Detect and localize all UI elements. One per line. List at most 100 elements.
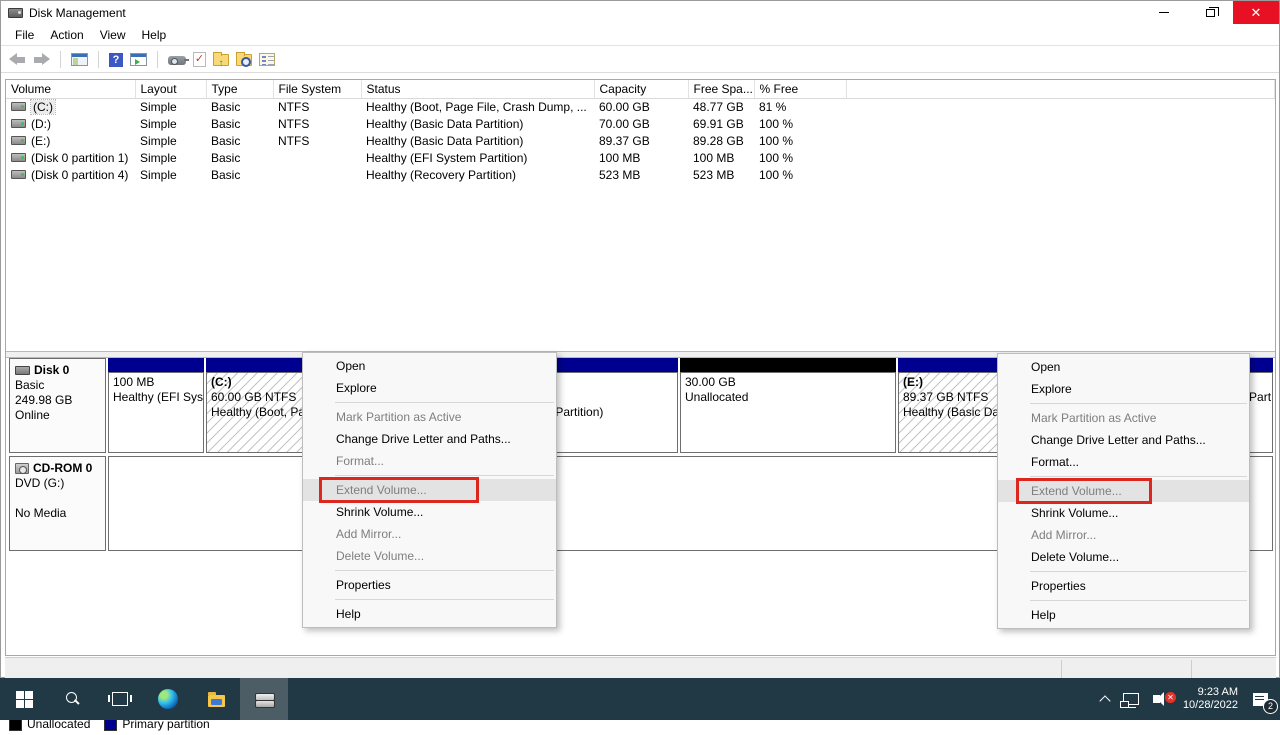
minimize-icon <box>1159 12 1169 13</box>
status-divider <box>1061 660 1062 678</box>
table-row[interactable]: (D:) Simple Basic NTFS Healthy (Basic Da… <box>6 115 1275 132</box>
cell-pct: 100 % <box>754 166 846 183</box>
cell-capacity: 70.00 GB <box>594 115 688 132</box>
cell-free: 523 MB <box>688 166 754 183</box>
col-free-space[interactable]: Free Spa... <box>688 80 754 98</box>
volume-tray-button[interactable]: ✕ <box>1146 678 1175 720</box>
minimize-button[interactable] <box>1141 1 1187 24</box>
partition-size: 30.00 GB <box>685 375 895 390</box>
menu-file[interactable]: File <box>7 25 42 45</box>
start-button[interactable] <box>0 678 48 720</box>
menu-item-change-drive-letter[interactable]: Change Drive Letter and Paths... <box>998 429 1249 451</box>
menu-item-help[interactable]: Help <box>303 603 556 625</box>
menu-item-delete-volume[interactable]: Delete Volume... <box>998 546 1249 568</box>
partition-efi[interactable]: 100 MB Healthy (EFI Sys <box>108 358 204 453</box>
table-row[interactable]: (Disk 0 partition 1) Simple Basic Health… <box>6 149 1275 166</box>
volume-label: (E:) <box>31 134 50 148</box>
menu-item-delete-volume: Delete Volume... <box>303 545 556 567</box>
properties-icon[interactable] <box>259 53 275 66</box>
network-tray-button[interactable] <box>1116 678 1146 720</box>
cdrom-drive-letter: DVD (G:) <box>15 476 102 491</box>
task-view-button[interactable] <box>96 678 144 720</box>
menu-view[interactable]: View <box>92 25 134 45</box>
menu-item-extend-volume: Extend Volume... <box>303 479 556 501</box>
cell-fs <box>273 149 361 166</box>
col-status[interactable]: Status <box>361 80 594 98</box>
tray-overflow-button[interactable] <box>1094 678 1116 720</box>
col-layout[interactable]: Layout <box>135 80 206 98</box>
restore-button[interactable] <box>1187 1 1233 24</box>
menu-item-open[interactable]: Open <box>303 355 556 377</box>
cell-free: 69.91 GB <box>688 115 754 132</box>
edge-button[interactable] <box>144 678 192 720</box>
menu-item-change-drive-letter[interactable]: Change Drive Letter and Paths... <box>303 428 556 450</box>
menu-item-explore[interactable]: Explore <box>303 377 556 399</box>
forward-icon[interactable] <box>33 53 50 66</box>
check-document-icon[interactable]: ✓ <box>193 52 206 67</box>
action-center-button[interactable]: 2 <box>1246 678 1280 720</box>
col-volume[interactable]: Volume <box>6 80 135 98</box>
search-button[interactable] <box>48 678 96 720</box>
title-bar: Disk Management ✕ <box>1 1 1279 24</box>
menu-item-properties[interactable]: Properties <box>303 574 556 596</box>
folder-search-icon[interactable] <box>236 54 252 66</box>
cdrom-header[interactable]: CD-ROM 0 DVD (G:) No Media <box>9 456 106 551</box>
menu-item-format[interactable]: Format... <box>998 451 1249 473</box>
table-row[interactable]: (C:) Simple Basic NTFS Healthy (Boot, Pa… <box>6 98 1275 115</box>
cell-pct: 100 % <box>754 132 846 149</box>
partition-unallocated[interactable]: 30.00 GB Unallocated <box>680 358 896 453</box>
volume-table: Volume Layout Type File System Status Ca… <box>6 80 1275 183</box>
console-window-icon[interactable] <box>71 53 88 66</box>
cell-status: Healthy (Recovery Partition) <box>361 166 594 183</box>
cell-layout: Simple <box>135 166 206 183</box>
col-empty <box>846 80 1275 98</box>
close-button[interactable]: ✕ <box>1233 1 1279 24</box>
clock[interactable]: 9:23 AM 10/28/2022 <box>1175 686 1246 712</box>
menu-item-properties[interactable]: Properties <box>998 575 1249 597</box>
disk0-header[interactable]: Disk 0 Basic 249.98 GB Online <box>9 358 106 453</box>
taskbar: ✕ 9:23 AM 10/28/2022 2 <box>0 678 1280 720</box>
col-capacity[interactable]: Capacity <box>594 80 688 98</box>
cell-status: Healthy (EFI System Partition) <box>361 149 594 166</box>
cell-fs: NTFS <box>273 98 361 115</box>
menu-separator <box>1030 403 1247 404</box>
menu-action[interactable]: Action <box>42 25 91 45</box>
table-row[interactable]: (E:) Simple Basic NTFS Healthy (Basic Da… <box>6 132 1275 149</box>
menu-item-shrink-volume[interactable]: Shrink Volume... <box>303 501 556 523</box>
toolbar-separator <box>60 51 61 68</box>
menu-item-explore[interactable]: Explore <box>998 378 1249 400</box>
file-explorer-icon <box>208 695 225 707</box>
table-row[interactable]: (Disk 0 partition 4) Simple Basic Health… <box>6 166 1275 183</box>
menu-separator <box>1030 600 1247 601</box>
tray-time: 9:23 AM <box>1183 686 1238 699</box>
windows-logo-icon <box>16 691 33 708</box>
partition-color-bar <box>680 358 896 372</box>
cell-status: Healthy (Boot, Page File, Crash Dump, ..… <box>361 98 594 115</box>
partition-color-bar <box>108 358 204 372</box>
cell-type: Basic <box>206 132 273 149</box>
col-pct-free[interactable]: % Free <box>754 80 846 98</box>
help-icon[interactable]: ? <box>109 53 123 67</box>
back-icon[interactable] <box>9 53 26 66</box>
status-divider <box>1191 660 1192 678</box>
menu-item-open[interactable]: Open <box>998 356 1249 378</box>
disk-icon <box>15 366 30 375</box>
toolbar-separator <box>157 51 158 68</box>
cell-layout: Simple <box>135 149 206 166</box>
disk-management-taskbar-button[interactable] <box>240 678 288 720</box>
col-file-system[interactable]: File System <box>273 80 361 98</box>
show-window-icon[interactable] <box>130 53 147 66</box>
menu-help[interactable]: Help <box>134 25 175 45</box>
volume-label: (Disk 0 partition 4) <box>31 168 128 182</box>
cell-fs: NTFS <box>273 115 361 132</box>
disk0-size: 249.98 GB <box>15 393 102 408</box>
menu-separator <box>335 475 554 476</box>
cell-capacity: 100 MB <box>594 149 688 166</box>
menu-item-shrink-volume[interactable]: Shrink Volume... <box>998 502 1249 524</box>
file-explorer-button[interactable] <box>192 678 240 720</box>
folder-up-icon[interactable]: ↑ <box>213 54 229 66</box>
col-type[interactable]: Type <box>206 80 273 98</box>
rescan-icon[interactable] <box>168 56 186 65</box>
disk0-name: Disk 0 <box>34 363 69 378</box>
menu-item-help[interactable]: Help <box>998 604 1249 626</box>
